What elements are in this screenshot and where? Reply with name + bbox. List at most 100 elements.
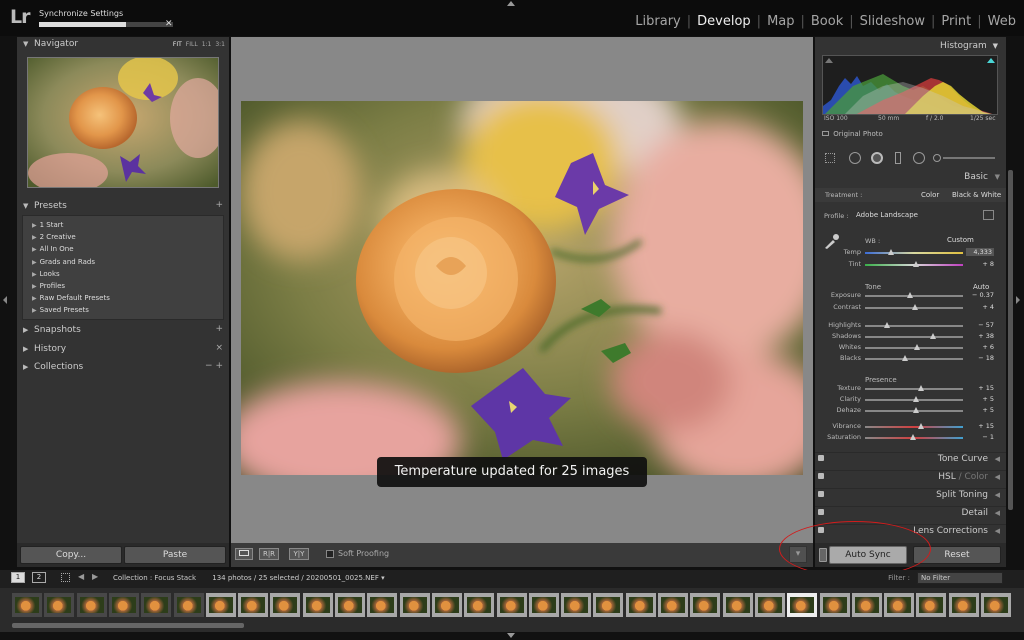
collapse-filmstrip-icon[interactable] [507,633,515,638]
snapshots-header[interactable]: ▶ Snapshots + [17,323,229,339]
presets-header[interactable]: ▼ Presets + [17,199,229,215]
filmstrip-scrollbar[interactable] [12,623,244,628]
filmstrip-thumbnail[interactable] [173,593,204,617]
section-name: Lens Corrections [913,526,988,536]
filmstrip-thumbnail[interactable] [335,593,365,617]
collapse-right-panel-icon[interactable] [1016,296,1020,304]
left-panel: ▼ Navigator FIT FILL 1:1 3:1 ▼ Presets +… [17,37,229,567]
section-detail[interactable]: Detail ◀ [815,506,1006,520]
module-library[interactable]: Library [635,14,680,29]
soft-proofing-checkbox[interactable] [326,550,334,558]
module-book[interactable]: Book [811,14,843,29]
collections-header[interactable]: ▶ Collections − + [17,360,229,376]
navigator-header[interactable]: ▼ Navigator FIT FILL 1:1 3:1 [17,37,229,53]
clear-history-button[interactable]: × [215,343,223,353]
preset-folder[interactable]: ▶ All In One [32,245,74,253]
filmstrip-thumbnail[interactable] [12,593,42,617]
filmstrip-thumbnail[interactable] [819,593,850,617]
secondary-window-button[interactable]: 2 [32,572,46,583]
preset-folder[interactable]: ▶ Profiles [32,282,65,290]
navigator-preview[interactable] [27,57,219,188]
filmstrip-thumbnail[interactable] [205,593,236,617]
filmstrip-thumbnail[interactable] [399,593,430,617]
expand-triangle-icon: ◀ [994,455,1000,463]
preset-folder[interactable]: ▶ Grads and Rads [32,258,95,266]
filmstrip-thumbnail[interactable] [496,593,527,617]
grid-view-icon[interactable] [61,573,70,582]
zoom-3-1[interactable]: 3:1 [215,41,225,48]
collections-add-remove[interactable]: − + [205,361,223,371]
thumbnail-image [628,597,653,613]
filmstrip-thumbnail[interactable] [270,593,301,617]
filmstrip-thumbnail[interactable] [625,593,656,617]
thumbnail-image [854,597,879,613]
filmstrip-thumbnail[interactable] [238,593,269,617]
section-toggle-switch[interactable] [818,455,824,461]
filmstrip-thumbnail[interactable] [141,593,172,617]
filmstrip-thumbnail[interactable] [367,593,398,617]
filmstrip-thumbnail[interactable] [722,593,753,617]
filmstrip-thumbnail[interactable] [754,593,785,617]
filmstrip-thumbnail[interactable] [658,593,688,617]
history-header[interactable]: ▶ History × [17,342,229,358]
back-arrow-icon[interactable]: ◀ [78,572,84,581]
filmstrip-thumbnail[interactable] [981,593,1011,617]
cancel-activity-icon[interactable]: ✕ [165,20,173,29]
collapse-left-panel-icon[interactable] [3,296,7,304]
thumbnail-image [15,597,39,613]
expand-triangle-icon: ▶ [32,258,37,266]
preset-folder[interactable]: ▶ 1 Start [32,221,63,229]
filter-dropdown[interactable]: No Filter [917,572,1003,584]
zoom-fill[interactable]: FILL [186,41,198,48]
filmstrip-thumbnail[interactable] [464,593,495,617]
main-photo[interactable] [241,101,803,475]
module-print[interactable]: Print [941,14,971,29]
thumbnail-image [596,597,621,613]
filmstrip-source-info[interactable]: Collection : Focus Stack 134 photos / 25… [113,574,385,582]
zoom-1-1[interactable]: 1:1 [202,41,212,48]
filmstrip-thumbnail[interactable] [787,593,818,617]
zoom-fit[interactable]: FIT [173,41,182,48]
module-slideshow[interactable]: Slideshow [860,14,925,29]
preset-folder[interactable]: ▶ Looks [32,270,60,278]
filmstrip-thumbnail[interactable] [431,593,462,617]
filmstrip-thumbnail[interactable] [916,593,947,617]
preset-folder[interactable]: ▶ Saved Presets [32,306,89,314]
filmstrip-thumbnail[interactable] [884,593,915,617]
right-panel-scrollbar[interactable] [1008,170,1013,510]
forward-arrow-icon[interactable]: ▶ [92,572,98,581]
preset-folder-label: All In One [39,245,74,254]
section-toggle-switch[interactable] [818,509,824,515]
filmstrip-thumbnail[interactable] [302,593,333,617]
filmstrip-thumbnail[interactable] [528,593,559,617]
filmstrip-thumbnail[interactable] [948,593,979,617]
filmstrip-thumbnail[interactable] [690,593,721,617]
navigator-title: Navigator [34,39,79,49]
add-preset-button[interactable]: + [215,200,223,210]
module-map[interactable]: Map [767,14,794,29]
filmstrip-thumbnail[interactable] [593,593,624,617]
section-hsl[interactable]: HSL / Color ◀ [815,470,1006,484]
module-web[interactable]: Web [988,14,1016,29]
copy-settings-button[interactable]: Copy... [20,546,122,564]
filmstrip-thumbnail[interactable] [44,593,75,617]
filmstrip-thumbnail[interactable] [76,593,107,617]
section-toggle-switch[interactable] [818,473,824,479]
section-split-toning[interactable]: Split Toning ◀ [815,488,1006,502]
module-develop[interactable]: Develop [697,14,751,29]
section-toggle-switch[interactable] [818,491,824,497]
filmstrip-thumbnail[interactable] [851,593,882,617]
paste-settings-button[interactable]: Paste [124,546,226,564]
section-tone-curve[interactable]: Tone Curve ◀ [815,452,1006,466]
filmstrip-thumbnail[interactable] [561,593,592,617]
preset-folder[interactable]: ▶ Raw Default Presets [32,294,110,302]
before-after-left-right-button[interactable]: R|R [259,548,279,560]
before-after-top-bottom-button[interactable]: Y|Y [289,548,309,560]
section-name-secondary[interactable]: / Color [956,472,988,482]
add-snapshot-button[interactable]: + [215,324,223,334]
preset-folder[interactable]: ▶ 2 Creative [32,233,76,241]
filmstrip-thumbnail[interactable] [108,593,139,617]
primary-window-button[interactable]: 1 [11,572,25,583]
collapse-top-panel-icon[interactable] [507,1,515,6]
loupe-view-button[interactable] [235,548,253,560]
